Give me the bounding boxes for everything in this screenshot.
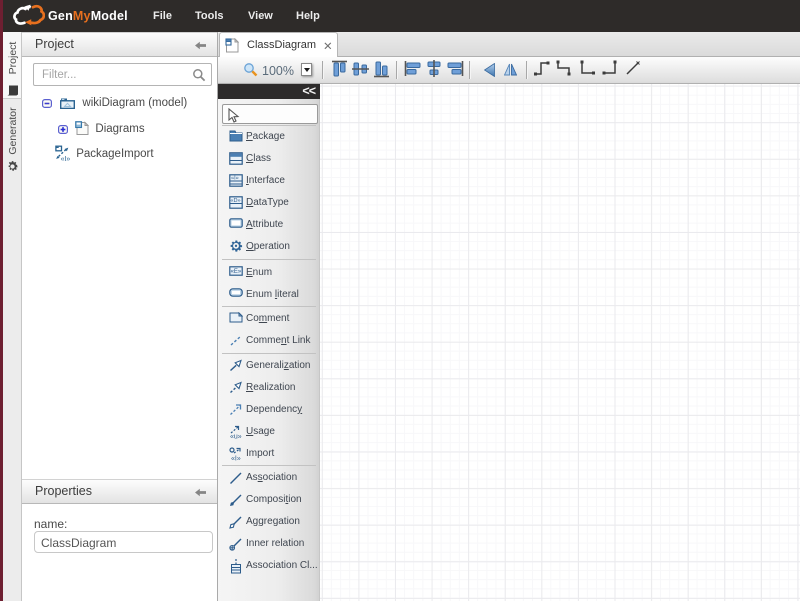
svg-text:«D»: «D» bbox=[230, 198, 240, 204]
svg-text:«I»: «I» bbox=[231, 456, 241, 462]
svg-text:«u»: «u» bbox=[230, 434, 242, 440]
svg-text:«E»: «E» bbox=[231, 269, 242, 275]
svg-text:«I»: «I» bbox=[61, 156, 71, 161]
